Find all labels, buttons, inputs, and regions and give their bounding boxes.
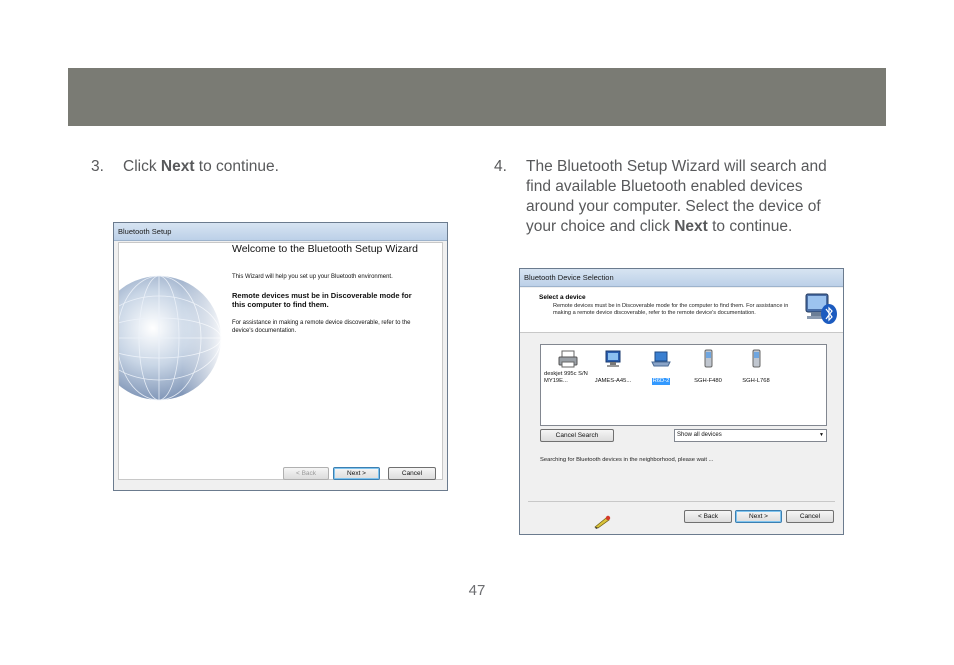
bluetooth-device-selection-window: Bluetooth Device Selection Select a devi… [519, 268, 844, 535]
list-item[interactable]: SGH-F480 [683, 349, 733, 387]
step-text-bold: Next [674, 218, 708, 235]
device-label: JAMES-A45... [594, 378, 632, 384]
window-title: Bluetooth Device Selection [520, 269, 843, 287]
list-item[interactable]: JAMES-A45... [588, 349, 638, 387]
list-item[interactable]: R6D-2 [636, 349, 686, 387]
cancel-search-button[interactable]: Cancel Search [540, 429, 614, 442]
device-label: deskjet 995c S/N MY19E... [544, 371, 588, 384]
header-bar [68, 68, 886, 126]
device-label: SGH-F480 [694, 378, 722, 384]
wizard-heading: Welcome to the Bluetooth Setup Wizard [232, 243, 418, 255]
divider [528, 501, 835, 502]
phone-icon [752, 349, 761, 368]
assistance-note: For assistance in making a remote device… [232, 320, 411, 334]
selection-header: Select a device Remote devices must be i… [520, 288, 843, 333]
cancel-button[interactable]: Cancel [388, 467, 436, 480]
back-button[interactable]: < Back [283, 467, 329, 480]
device-list[interactable]: deskjet 995c S/N MY19E... JAMES-A45... R… [540, 344, 827, 426]
step-text-part: Click [123, 158, 161, 175]
step-text-bold: Next [160, 158, 195, 175]
select-device-description: Remote devices must be in Discoverable m… [553, 303, 789, 316]
computer-icon [605, 350, 621, 367]
printer-icon [558, 350, 578, 368]
device-label: R6D-2 [651, 378, 671, 385]
step-text-part: to continue. [194, 158, 279, 175]
list-item[interactable]: deskjet 995c S/N MY19E... [543, 349, 593, 387]
search-status: Searching for Bluetooth devices in the n… [540, 457, 714, 463]
window-title: Bluetooth Setup [114, 223, 447, 241]
page-number: 47 [468, 582, 486, 599]
wizard-intro: This Wizard will help you set up your Bl… [232, 274, 393, 280]
discoverable-note: Remote devices must be in Discoverable m… [232, 291, 412, 309]
chevron-down-icon: ▼ [819, 432, 824, 438]
list-item[interactable]: SGH-L768 [731, 349, 781, 387]
bluetooth-computer-icon [805, 293, 837, 324]
step-text: The Bluetooth Setup Wizard will search a… [526, 157, 848, 237]
pen-icon [594, 515, 611, 529]
step-text-part: to continue. [707, 218, 793, 235]
step-number: 3. [91, 158, 104, 175]
next-button[interactable]: Next > [333, 467, 380, 480]
globe-icon [119, 243, 224, 479]
back-button[interactable]: < Back [684, 510, 732, 523]
device-filter-select[interactable]: Show all devices ▼ [674, 429, 827, 442]
device-filter-value: Show all devices [677, 432, 722, 438]
laptop-icon [651, 351, 671, 367]
phone-icon [704, 349, 713, 368]
wizard-body: Welcome to the Bluetooth Setup Wizard Th… [118, 242, 443, 480]
next-button[interactable]: Next > [735, 510, 782, 523]
cancel-button[interactable]: Cancel [786, 510, 834, 523]
bluetooth-setup-window: Bluetooth Setup Welcome to the Bluetooth… [113, 222, 448, 491]
step-text: Click Next to continue. [123, 157, 279, 177]
select-device-title: Select a device [539, 294, 586, 301]
device-label: SGH-L768 [742, 378, 770, 384]
step-number: 4. [494, 158, 507, 175]
